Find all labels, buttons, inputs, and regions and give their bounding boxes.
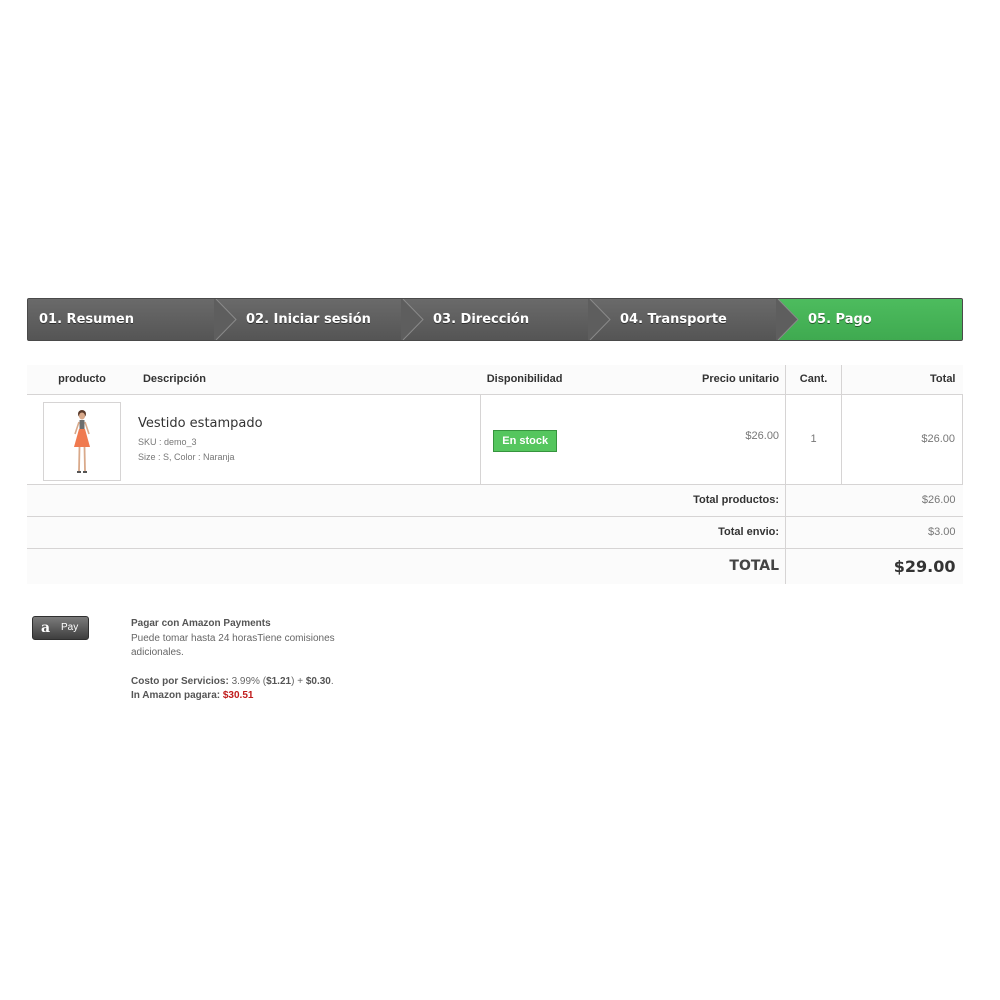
fee-percent: 3.99% [231, 675, 260, 687]
products-total-row: Total productos: $26.00 [27, 484, 963, 517]
step-label: 05. Pago [808, 312, 872, 327]
grand-total-row: TOTAL $29.00 [27, 548, 963, 584]
checkout-steps: 05. Pago 01. Resumen 02. Iniciar sesión … [27, 298, 963, 341]
step-separator-icon [588, 299, 611, 340]
fee-fixed: $0.30 [305, 675, 331, 687]
amazon-total-value: $30.51 [222, 690, 254, 701]
amazon-pay-button[interactable]: a Pay [32, 616, 89, 640]
fee-label: Costo por Servicios: [131, 675, 229, 687]
step-label: 04. Transporte [620, 312, 727, 327]
step-separator-icon [214, 299, 237, 340]
shipping-total-row: Total envio: $3.00 [27, 516, 963, 549]
payment-description: Puede tomar hasta 24 horasTiene comision… [131, 632, 335, 659]
col-header-unit-price: Precio unitario [590, 365, 786, 395]
amazon-total-label: In Amazon pagara: [131, 690, 221, 701]
line-total: $26.00 [841, 394, 963, 485]
cart-summary-table: producto Descripción Disponibilidad Prec… [27, 365, 963, 584]
step-resumen[interactable]: 01. Resumen [28, 299, 215, 340]
col-header-availability: Disponibilidad [480, 365, 591, 395]
availability-cell: En stock [480, 394, 591, 485]
step-separator-icon [776, 299, 799, 340]
payment-info: Pagar con Amazon Payments Puede tomar ha… [131, 617, 371, 704]
quantity-value: 1 [785, 394, 842, 485]
step-iniciar-sesion[interactable]: 02. Iniciar sesión [215, 299, 402, 340]
product-image-cell [27, 394, 137, 485]
shipping-total-label: Total envio: [27, 516, 786, 549]
table-header: producto Descripción Disponibilidad Prec… [27, 365, 963, 395]
step-label: 01. Resumen [39, 312, 134, 327]
fee-line: Costo por Servicios: 3.99% ($1.21) + $0.… [131, 675, 334, 687]
fee-amount: $1.21 [266, 675, 292, 687]
col-header-total: Total [841, 365, 963, 395]
products-total-value: $26.00 [785, 484, 963, 517]
product-attributes: Size : S, Color : Naranja [137, 451, 235, 462]
products-total-label: Total productos: [27, 484, 786, 517]
payment-title[interactable]: Pagar con Amazon Payments [131, 617, 371, 632]
unit-price: $26.00 [590, 394, 786, 485]
shipping-total-value: $3.00 [785, 516, 963, 549]
product-name-link[interactable]: Vestido estampado [138, 416, 479, 431]
dress-model-thumbnail [74, 409, 90, 473]
step-direccion[interactable]: 03. Dirección [402, 299, 589, 340]
amazon-a-icon: a [41, 620, 51, 636]
step-label: 03. Dirección [433, 312, 530, 327]
product-thumbnail[interactable] [43, 401, 121, 481]
step-separator-icon [401, 299, 424, 340]
step-transporte[interactable]: 04. Transporte [589, 299, 776, 340]
col-header-qty: Cant. [785, 365, 842, 395]
col-header-description: Descripción [136, 365, 481, 395]
grand-total-value: $29.00 [785, 548, 963, 584]
product-description-cell: Vestido estampado SKU : demo_3 Size : S,… [136, 394, 481, 485]
product-sku: SKU : demo_3 [137, 436, 197, 447]
step-pago[interactable]: 05. Pago [777, 299, 962, 340]
col-header-product: producto [27, 365, 137, 395]
status-badge: En stock [493, 429, 558, 452]
table-row: Vestido estampado SKU : demo_3 Size : S,… [27, 394, 963, 485]
grand-total-label: TOTAL [27, 548, 786, 584]
pay-button-label: Pay [61, 622, 79, 633]
step-label: 02. Iniciar sesión [246, 312, 371, 327]
amazon-total-line: In Amazon pagara: $30.51 [131, 689, 371, 704]
